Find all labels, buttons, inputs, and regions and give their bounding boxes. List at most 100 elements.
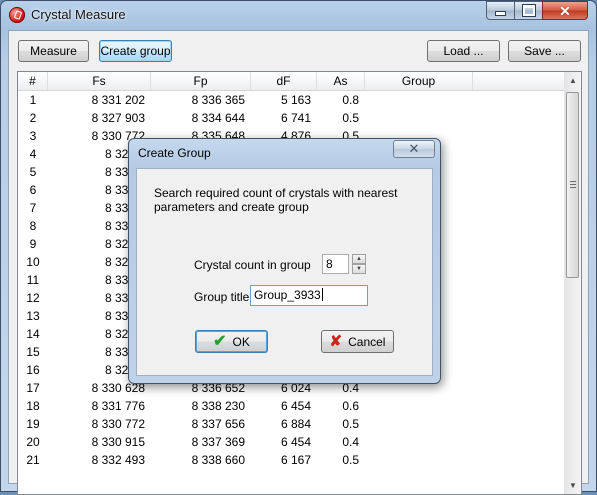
vertical-scrollbar[interactable]: ▲ ▼: [564, 72, 581, 494]
cell-index: 13: [26, 309, 40, 323]
cell-filler: [473, 163, 569, 181]
ok-button[interactable]: ✔ OK: [195, 330, 268, 353]
cell-index: 18: [26, 399, 40, 413]
scroll-up-arrow-icon[interactable]: ▲: [565, 72, 581, 89]
cell-group: [365, 91, 473, 109]
cell-filler: [473, 325, 569, 343]
cell-index: 12: [26, 291, 40, 305]
dialog-message: Search required count of crystals with n…: [154, 186, 398, 214]
column-header-as[interactable]: As: [317, 72, 365, 90]
cell-group: [365, 415, 473, 433]
cell-df: 6 884: [280, 417, 311, 431]
close-button[interactable]: ✕: [542, 1, 588, 20]
group-title-label: Group title: [194, 290, 250, 304]
cell-index: 3: [29, 129, 37, 143]
cell-df: 6 741: [280, 111, 311, 125]
cell-filler: [473, 361, 569, 379]
cell-fs: 8 332 493: [91, 453, 145, 467]
cell-index: 14: [26, 327, 40, 341]
cell-filler: [473, 433, 569, 451]
crystal-count-input[interactable]: 8: [322, 254, 349, 274]
cell-as: 0.5: [342, 453, 359, 467]
cell-group: [365, 109, 473, 127]
cancel-button[interactable]: ✘ Cancel: [321, 330, 394, 353]
minimize-button[interactable]: [486, 1, 514, 20]
column-header-filler: [473, 72, 569, 90]
create-group-button[interactable]: Create group: [99, 40, 172, 62]
cell-filler: [473, 91, 569, 109]
create-group-dialog: Create Group ✕ Search required count of …: [128, 138, 441, 384]
cell-as: 0.5: [342, 417, 359, 431]
column-header-fs[interactable]: Fs: [48, 72, 151, 90]
cell-filler: [473, 217, 569, 235]
cell-fp: 8 337 369: [191, 435, 245, 449]
measure-button[interactable]: Measure: [18, 40, 89, 62]
cell-fs: 8 331 776: [91, 399, 145, 413]
cell-index: 4: [29, 147, 37, 161]
table-header: # Fs Fp dF As Group: [18, 72, 569, 91]
cell-index: 7: [29, 201, 37, 215]
spin-up-icon[interactable]: ▲: [352, 254, 366, 264]
dialog-close-button[interactable]: ✕: [393, 140, 435, 158]
table-row[interactable]: 19 8 330 772 8 337 656 6 884 0.5: [18, 415, 569, 433]
cell-index: 21: [26, 453, 40, 467]
cell-group: [365, 451, 473, 469]
column-header-fp[interactable]: Fp: [151, 72, 251, 90]
cell-index: 10: [26, 255, 40, 269]
cell-group: [365, 397, 473, 415]
cell-filler: [473, 127, 569, 145]
group-title-value: Group_3933: [254, 288, 321, 302]
cell-as: 0.6: [342, 399, 359, 413]
spin-down-icon[interactable]: ▼: [352, 264, 366, 274]
crystal-app-icon[interactable]: [9, 7, 25, 23]
caption-buttons: ✕: [486, 1, 588, 21]
cell-as: 0.8: [342, 93, 359, 107]
title-bar[interactable]: Crystal Measure ✕: [1, 1, 596, 29]
text-caret: [321, 288, 323, 301]
cell-df: 6 454: [280, 399, 311, 413]
cancel-button-label: Cancel: [348, 334, 386, 349]
column-header-df[interactable]: dF: [251, 72, 317, 90]
save-button[interactable]: Save ...: [508, 40, 581, 62]
cell-fs: 8 327 903: [91, 111, 145, 125]
cell-group: [365, 433, 473, 451]
crystal-count-label: Crystal count in group: [194, 258, 311, 272]
maximize-button[interactable]: [514, 1, 542, 20]
cell-index: 20: [26, 435, 40, 449]
table-row[interactable]: 21 8 332 493 8 338 660 6 167 0.5: [18, 451, 569, 469]
cell-filler: [473, 253, 569, 271]
cell-index: 17: [26, 381, 40, 395]
table-row[interactable]: 20 8 330 915 8 337 369 6 454 0.4: [18, 433, 569, 451]
cell-filler: [473, 307, 569, 325]
crystal-count-spinner[interactable]: ▲ ▼: [352, 254, 366, 274]
cell-fp: 8 338 230: [191, 399, 245, 413]
column-header-group[interactable]: Group: [365, 72, 473, 90]
scrollbar-thumb[interactable]: [566, 92, 579, 278]
cell-filler: [473, 379, 569, 397]
checkmark-icon: ✔: [213, 332, 227, 350]
group-title-input[interactable]: Group_3933: [250, 285, 368, 306]
table-row[interactable]: 1 8 331 202 8 336 365 5 163 0.8: [18, 91, 569, 109]
cell-as: 0.5: [342, 111, 359, 125]
cell-index: 8: [29, 219, 37, 233]
minimize-icon: [495, 11, 506, 16]
table-row[interactable]: 2 8 327 903 8 334 644 6 741 0.5: [18, 109, 569, 127]
cell-filler: [473, 289, 569, 307]
cell-df: 6 454: [280, 435, 311, 449]
dialog-body: Search required count of crystals with n…: [136, 168, 433, 376]
cell-filler: [473, 199, 569, 217]
cell-filler: [473, 109, 569, 127]
cell-index: 11: [26, 273, 40, 287]
cell-filler: [473, 451, 569, 469]
cell-index: 2: [29, 111, 37, 125]
load-button[interactable]: Load ...: [427, 40, 500, 62]
column-header-index[interactable]: #: [18, 72, 48, 90]
cell-index: 6: [29, 183, 37, 197]
cell-filler: [473, 397, 569, 415]
cell-fs: 8 331 202: [91, 93, 145, 107]
table-row[interactable]: 18 8 331 776 8 338 230 6 454 0.6: [18, 397, 569, 415]
scroll-down-arrow-icon[interactable]: ▼: [565, 477, 581, 494]
dialog-title: Create Group: [138, 146, 211, 160]
cell-fs: 8 330 915: [91, 435, 145, 449]
cell-filler: [473, 235, 569, 253]
